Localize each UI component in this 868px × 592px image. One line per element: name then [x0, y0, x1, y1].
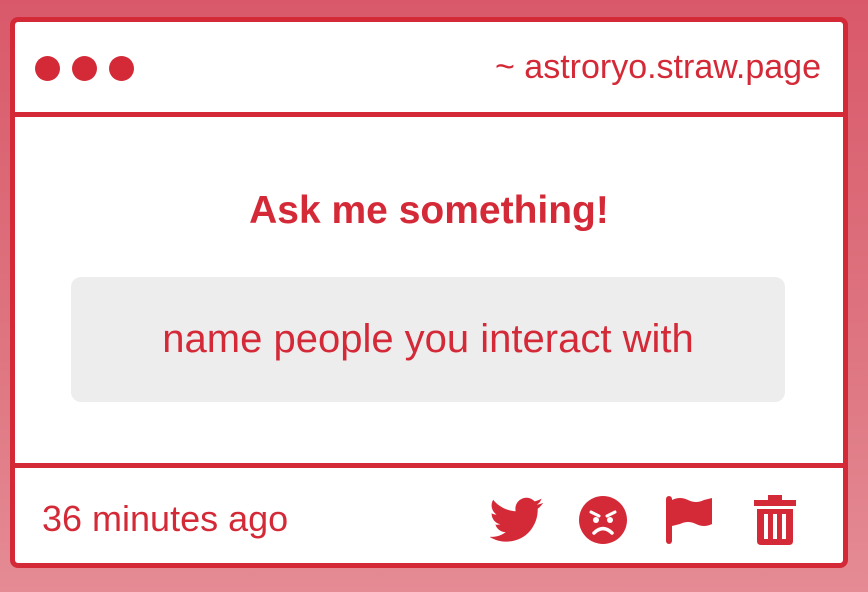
share-twitter-button[interactable] [489, 492, 545, 548]
window-dot-icon [72, 56, 97, 81]
timestamp: 36 minutes ago [42, 498, 289, 539]
window-dot-icon [35, 56, 60, 81]
twitter-icon [490, 497, 544, 542]
delete-button[interactable] [747, 492, 803, 548]
angry-face-icon [579, 496, 627, 544]
react-angry-button[interactable] [575, 492, 631, 548]
action-bar [459, 492, 803, 548]
question-card: ~ astroryo.straw.page Ask me something! … [10, 17, 848, 568]
report-button[interactable] [661, 492, 717, 548]
page-title: Ask me something! [249, 189, 609, 232]
window-controls [35, 56, 134, 81]
card-footer: 36 minutes ago [15, 463, 843, 563]
window-titlebar: ~ astroryo.straw.page [15, 22, 843, 117]
question-text: name people you interact with [71, 277, 785, 402]
flag-icon [666, 496, 712, 544]
trash-icon [754, 495, 796, 545]
card-body: Ask me something! name people you intera… [15, 117, 843, 463]
window-dot-icon [109, 56, 134, 81]
page-url: ~ astroryo.straw.page [494, 48, 821, 86]
